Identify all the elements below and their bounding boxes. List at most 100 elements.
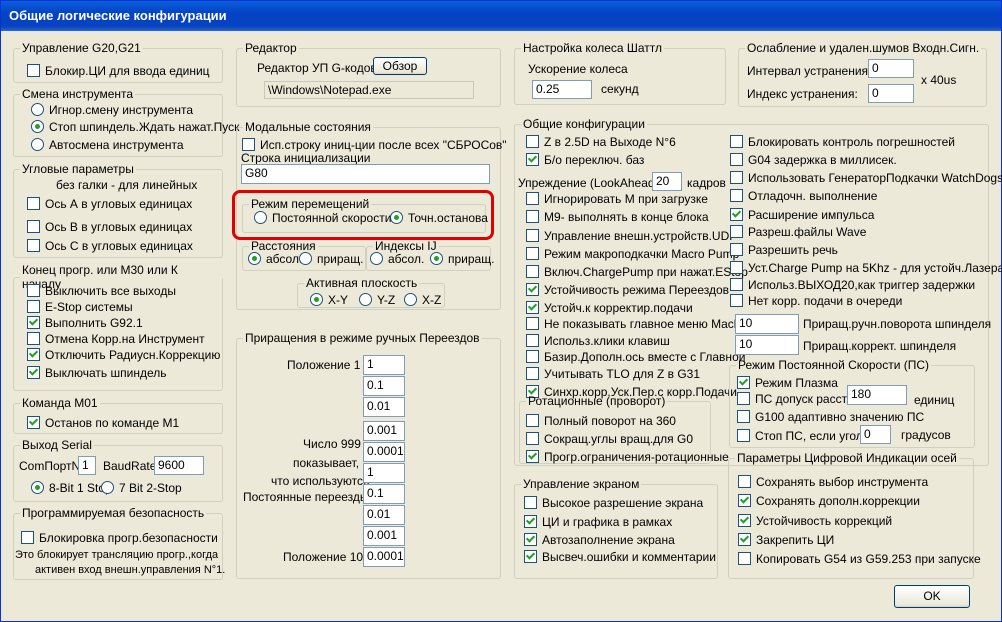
radio-dot[interactable] [299, 252, 312, 265]
jog-increment-input-2[interactable]: 0.1 [363, 376, 405, 396]
checkbox-box[interactable] [27, 348, 40, 361]
general-opt-checkbox-1[interactable]: M9- выполнять в конце блока [526, 209, 709, 225]
debounce-interval-input[interactable]: 0 [868, 59, 914, 78]
tool-change-radio-2[interactable]: Автосмена инструмента [31, 137, 184, 153]
g100-adaptive-checkbox[interactable]: G100 адаптивно значению ПС [737, 409, 924, 425]
angular-axis-checkbox-1[interactable]: Ось B в угловых единицах [27, 219, 192, 235]
general-right-checkbox-4[interactable]: Расширение импульса [730, 207, 874, 223]
general-right-checkbox-5[interactable]: Разреш.файлы Wave [730, 224, 866, 240]
checkbox-box[interactable] [526, 301, 539, 314]
checkbox-box[interactable] [730, 171, 743, 184]
ij-radio-0[interactable]: абсол. [370, 251, 424, 267]
css-stop-angle-checkbox[interactable]: Стоп ПС, если угол > [737, 428, 873, 444]
block-dro-checkbox[interactable]: Блокир.ЦИ для ввода единиц [27, 63, 210, 79]
plane-radio-2[interactable]: X-Z [404, 292, 441, 308]
spindle-correction-increment-input[interactable]: 10 [735, 335, 799, 355]
checkbox-box[interactable] [526, 317, 539, 330]
checkbox-box[interactable] [738, 494, 751, 507]
checkbox-box[interactable] [27, 366, 40, 379]
radio-dot[interactable] [31, 481, 44, 494]
radio-dot[interactable] [101, 481, 114, 494]
distance-radio-1[interactable]: приращ. [299, 251, 363, 267]
checkbox-box[interactable] [27, 284, 40, 297]
general-right-checkbox-2[interactable]: Использовать ГенераторПодкачки WatchDogs [730, 170, 1002, 186]
radio-dot[interactable] [404, 293, 417, 306]
general-left-checkbox-0[interactable]: Z в 2.5D на Выходе N°6 [526, 134, 676, 150]
jog-increment-input-8[interactable]: 0.01 [363, 505, 405, 525]
checkbox-box[interactable] [526, 192, 539, 205]
rotation-checkbox-2[interactable]: Прогр.ограничения-ротационные [526, 449, 729, 465]
general-right-checkbox-9[interactable]: Нет корр. подачи в очереди [730, 293, 902, 309]
screen-checkbox-3[interactable]: Высвеч.ошибки и комментарии [524, 549, 716, 565]
angular-axis-checkbox-2[interactable]: Ось C в угловых единицах [27, 238, 193, 254]
checkbox-box[interactable] [526, 210, 539, 223]
program-end-checkbox-3[interactable]: Отмена Корр.на Инструмент [27, 331, 205, 347]
general-right-checkbox-8[interactable]: Использ.ВЫХОД20,как триггер задержки [730, 277, 975, 293]
screen-checkbox-1[interactable]: ЦИ и графика в рамках [524, 514, 672, 530]
general-opt-checkbox-5[interactable]: Устойчивость режима Переездов [526, 282, 729, 298]
plane-radio-0[interactable]: X-Y [310, 292, 348, 308]
checkbox-box[interactable] [526, 334, 539, 347]
browse-button[interactable]: Обзор [373, 57, 427, 75]
general-left-checkbox-1[interactable]: Б/о переключ. баз [526, 152, 644, 168]
dro-checkbox-2[interactable]: Устойчивость коррекций [738, 513, 892, 529]
general-opt-checkbox-8[interactable]: Использ.клики клавиш [526, 333, 670, 349]
ok-button[interactable]: OK [894, 585, 970, 608]
checkbox-box[interactable] [524, 533, 537, 546]
checkbox-box[interactable] [737, 410, 750, 423]
program-end-checkbox-5[interactable]: Выключать шпиндель [27, 365, 166, 381]
checkbox-box[interactable] [526, 247, 539, 260]
checkbox-box[interactable] [27, 64, 40, 77]
radio-dot[interactable] [31, 138, 44, 151]
serial-bits-radio-0[interactable]: 8-Bit 1 Stop [31, 480, 112, 496]
checkbox-box[interactable] [730, 135, 743, 148]
general-right-checkbox-3[interactable]: Отладочн. выполнение [730, 188, 877, 204]
radio-dot[interactable] [430, 252, 443, 265]
dro-checkbox-3[interactable]: Закрепить ЦИ [738, 532, 834, 548]
screen-checkbox-2[interactable]: Автозаполнение экрана [524, 532, 675, 548]
jog-increment-input-4[interactable]: 0.001 [363, 421, 405, 441]
program-end-checkbox-0[interactable]: Выключить все выходы [27, 283, 176, 299]
css-tolerance-checkbox[interactable]: ПС допуск расст. [737, 391, 849, 407]
jog-increment-input-6[interactable]: 1 [363, 463, 405, 483]
distance-radio-0[interactable]: абсол. [248, 251, 302, 267]
checkbox-box[interactable] [524, 550, 537, 563]
checkbox-box[interactable] [526, 450, 539, 463]
checkbox-box[interactable] [27, 197, 40, 210]
checkbox-box[interactable] [524, 515, 537, 528]
checkbox-box[interactable] [730, 278, 743, 291]
safety-block-checkbox[interactable]: Блокировка прогр.безопасности [21, 530, 218, 546]
radio-dot[interactable] [31, 120, 44, 133]
checkbox-box[interactable] [526, 229, 539, 242]
radio-dot[interactable] [310, 293, 323, 306]
ij-radio-1[interactable]: приращ. [430, 251, 494, 267]
checkbox-box[interactable] [730, 243, 743, 256]
rotation-checkbox-1[interactable]: Сокращ.углы вращ.для G0 [526, 431, 693, 447]
checkbox-box[interactable] [526, 350, 539, 363]
checkbox-box[interactable] [526, 265, 539, 278]
checkbox-box[interactable] [738, 552, 751, 565]
checkbox-box[interactable] [27, 220, 40, 233]
css-stop-angle-input[interactable]: 0 [860, 425, 891, 444]
radio-dot[interactable] [370, 252, 383, 265]
checkbox-box[interactable] [27, 316, 40, 329]
general-opt-checkbox-2[interactable]: Управление внешн.устройств.UDP [526, 228, 737, 244]
program-end-checkbox-1[interactable]: E-Stop системы [27, 299, 133, 315]
radio-dot[interactable] [248, 252, 261, 265]
dro-checkbox-0[interactable]: Сохранять выбор инструмента [738, 474, 928, 490]
checkbox-box[interactable] [737, 429, 750, 442]
checkbox-box[interactable] [526, 414, 539, 427]
rotation-checkbox-0[interactable]: Полный поворот на 360 [526, 413, 676, 429]
checkbox-box[interactable] [27, 239, 40, 252]
checkbox-box[interactable] [526, 135, 539, 148]
checkbox-box[interactable] [738, 475, 751, 488]
css-tolerance-input[interactable]: 180 [847, 385, 907, 405]
checkbox-box[interactable] [738, 514, 751, 527]
checkbox-box[interactable] [738, 533, 751, 546]
general-opt-checkbox-6[interactable]: Устойч.к корректир.подачи [526, 300, 693, 316]
checkbox-box[interactable] [526, 283, 539, 296]
tool-change-radio-1[interactable]: Стоп шпиндель.Ждать нажат.Пуск [31, 119, 239, 135]
checkbox-box[interactable] [526, 432, 539, 445]
m01-checkbox[interactable]: Останов по команде M1 [27, 415, 179, 431]
general-right-checkbox-0[interactable]: Блокировать контроль погрешностей [730, 134, 955, 150]
